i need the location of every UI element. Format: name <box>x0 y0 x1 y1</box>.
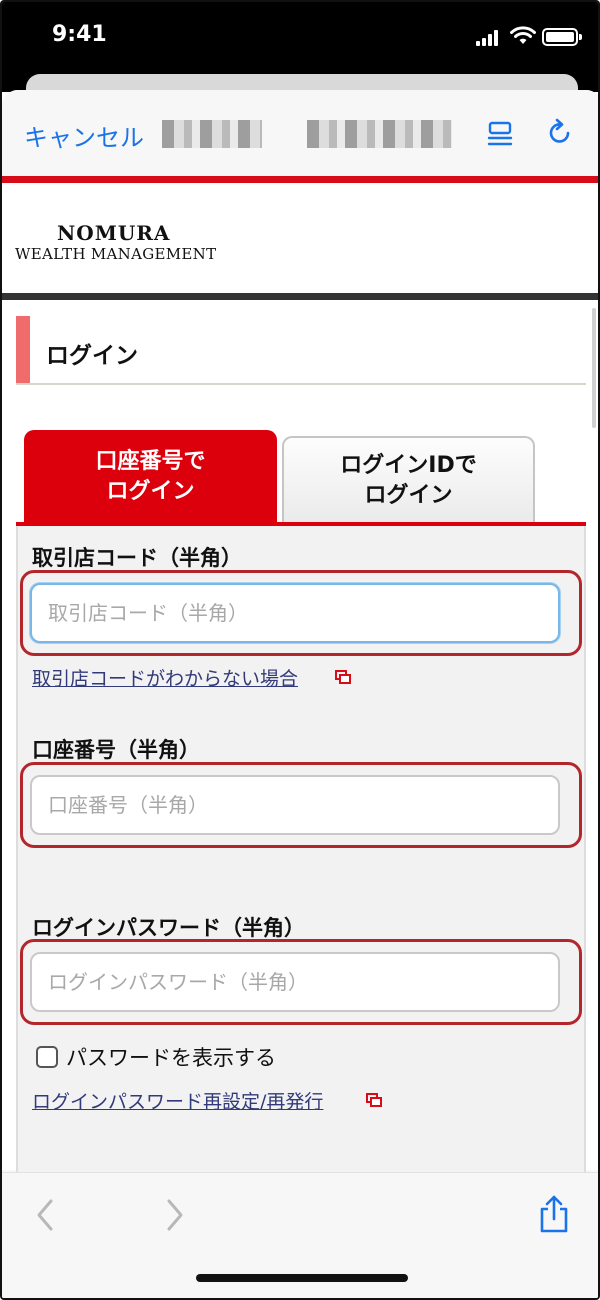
phone-frame: 9:41 キャンセル NOMURA WEALTH MANAGEMENT ログイン… <box>0 0 600 1300</box>
forward-icon[interactable] <box>164 1197 186 1233</box>
page-title: ログイン <box>46 343 138 369</box>
share-icon[interactable] <box>536 1193 572 1235</box>
external-link-icon <box>335 670 351 684</box>
status-time: 9:41 <box>52 22 107 47</box>
nomura-logo[interactable]: NOMURA <box>57 221 170 245</box>
brand-header: NOMURA WEALTH MANAGEMENT <box>2 183 598 293</box>
cancel-button[interactable]: キャンセル <box>24 118 144 153</box>
show-password-label[interactable]: パスワードを表示する <box>66 1042 276 1072</box>
reload-icon[interactable] <box>546 118 574 148</box>
signal-icon <box>476 30 502 46</box>
account-number-label: 口座番号（半角） <box>32 738 200 762</box>
blurred-url-part-1 <box>162 120 262 148</box>
tab-account-number-login[interactable]: 口座番号で ログイン <box>24 430 277 524</box>
reader-icon[interactable] <box>486 120 514 148</box>
back-icon[interactable] <box>34 1197 56 1233</box>
home-indicator[interactable] <box>196 1274 408 1282</box>
browser-nav-bar: キャンセル <box>2 90 598 176</box>
show-password-row[interactable]: パスワードを表示する <box>36 1042 276 1072</box>
header-dark-rule <box>2 293 598 300</box>
external-link-icon <box>366 1093 382 1107</box>
password-label: ログインパスワード（半角） <box>32 916 305 940</box>
branch-code-input[interactable] <box>30 583 560 643</box>
blurred-url-part-2 <box>307 120 452 148</box>
tab-login-id-login[interactable]: ログインIDで ログイン <box>282 436 535 524</box>
password-input[interactable] <box>30 952 560 1012</box>
header-red-rule <box>2 176 598 183</box>
show-password-checkbox[interactable] <box>36 1046 58 1068</box>
battery-icon <box>542 28 582 46</box>
section-header: ログイン <box>16 316 586 384</box>
section-accent-bar <box>16 316 30 384</box>
section-divider <box>16 383 586 385</box>
password-reset-link[interactable]: ログインパスワード再設定/再発行 <box>32 1087 323 1114</box>
wealth-management-logo-text: WEALTH MANAGEMENT <box>15 245 217 263</box>
scroll-indicator[interactable] <box>592 308 596 428</box>
wifi-icon <box>510 26 536 44</box>
branch-code-label: 取引店コード（半角） <box>32 546 242 570</box>
branch-code-help-link[interactable]: 取引店コードがわからない場合 <box>32 664 298 691</box>
account-number-input[interactable] <box>30 775 560 835</box>
